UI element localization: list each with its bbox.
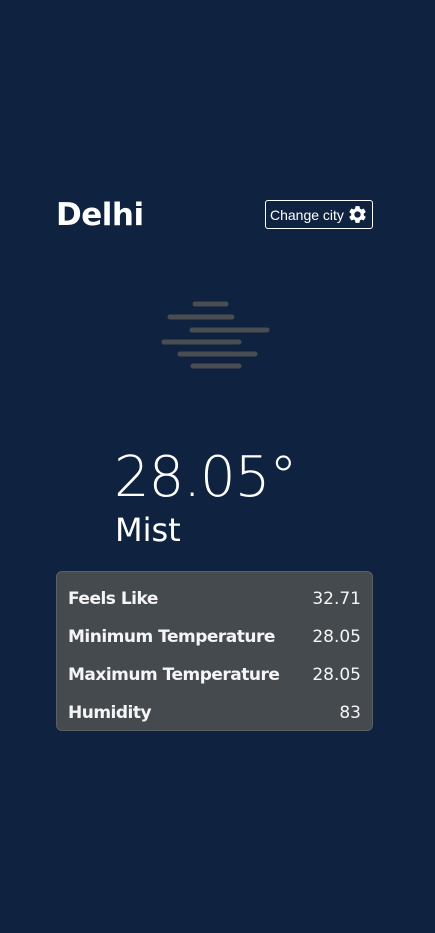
weather-condition: Mist	[115, 511, 181, 549]
mist-icon	[160, 298, 272, 372]
detail-label: Feels Like	[68, 589, 158, 609]
temperature-value: 28.05°	[114, 445, 297, 510]
weather-details-card: Feels Like 32.71 Minimum Temperature 28.…	[56, 571, 373, 731]
detail-row-min-temp: Minimum Temperature 28.05	[68, 618, 361, 656]
detail-row-feels-like: Feels Like 32.71	[68, 580, 361, 618]
detail-value: 32.71	[312, 589, 361, 609]
change-city-label: Change city	[270, 206, 344, 223]
detail-row-humidity: Humidity 83	[68, 694, 361, 732]
detail-value: 83	[339, 703, 361, 723]
detail-label: Maximum Temperature	[68, 665, 280, 685]
detail-value: 28.05	[312, 665, 361, 685]
detail-label: Minimum Temperature	[68, 627, 275, 647]
change-city-button[interactable]: Change city	[265, 200, 373, 229]
detail-label: Humidity	[68, 703, 152, 723]
gear-icon	[347, 204, 368, 225]
detail-value: 28.05	[312, 627, 361, 647]
detail-row-max-temp: Maximum Temperature 28.05	[68, 656, 361, 694]
city-name: Delhi	[56, 197, 144, 233]
